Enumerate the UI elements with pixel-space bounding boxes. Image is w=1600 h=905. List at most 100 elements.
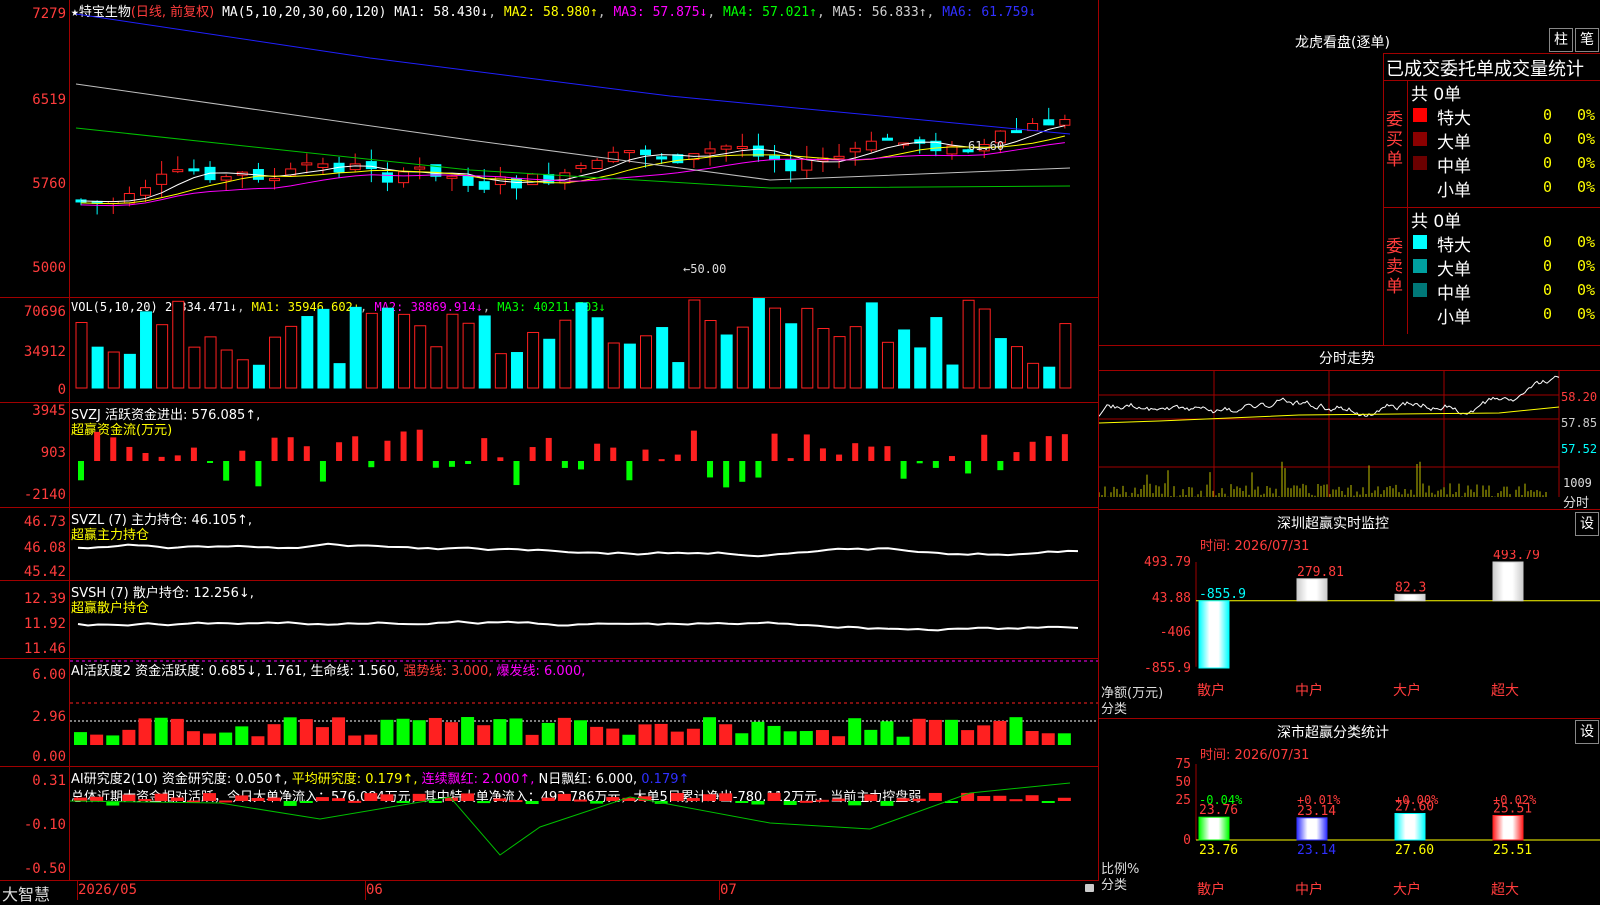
- research-bar: [541, 797, 555, 801]
- activity-bar: [444, 722, 458, 745]
- candle: [140, 187, 152, 196]
- activity-bar: [961, 730, 975, 745]
- order-type: 特大: [1437, 109, 1471, 129]
- svzj-chart[interactable]: [70, 403, 1098, 507]
- research-bar: [977, 796, 991, 801]
- category-bar: [1492, 561, 1524, 602]
- research-bar: [832, 798, 846, 801]
- volume-bar: [623, 343, 636, 389]
- candle: [785, 159, 797, 172]
- ratio-label: 23.76: [1199, 843, 1238, 858]
- sz-monitor-settings-button[interactable]: 设: [1575, 512, 1599, 536]
- price-tick: 7279: [32, 6, 66, 22]
- volume-bar: [317, 308, 330, 389]
- activity-bar: [896, 736, 910, 745]
- flow-bar: [448, 461, 455, 467]
- order-pct: 0%: [1577, 130, 1596, 148]
- column-view-button[interactable]: 柱: [1549, 28, 1573, 52]
- research-bar: [203, 793, 217, 801]
- price-low-label: ←50.00: [683, 262, 727, 276]
- flow-bar: [255, 461, 262, 487]
- category-label: 超大: [1491, 683, 1519, 699]
- activity-bar: [590, 726, 604, 745]
- activity-bar: [928, 719, 942, 745]
- volume-bar: [704, 320, 717, 389]
- flow-bar: [997, 461, 1004, 471]
- activity-bar: [783, 731, 797, 745]
- flow-bar: [626, 461, 633, 481]
- activity-bar: [283, 717, 297, 745]
- volume-bar: [156, 324, 169, 389]
- tab-executed-orders[interactable]: 已成交委托单成交量统计: [1386, 55, 1584, 81]
- vol-chart[interactable]: [70, 298, 1098, 402]
- candle: [672, 154, 684, 164]
- activity-bar: [332, 717, 346, 745]
- volume-bar: [543, 338, 556, 389]
- color-swatch: [1413, 235, 1427, 249]
- tick-view-button[interactable]: 笔: [1575, 28, 1599, 52]
- volume-bar: [269, 336, 282, 389]
- activity-bar: [348, 735, 362, 745]
- volume-bar: [930, 317, 943, 389]
- ai1-chart[interactable]: [70, 659, 1098, 766]
- change-label: +0.00%: [1395, 793, 1439, 807]
- activity-bar: [815, 730, 829, 745]
- flow-bar: [513, 461, 520, 486]
- change-label: +0.01%: [1297, 793, 1341, 807]
- color-swatch: [1413, 259, 1427, 273]
- activity-bar: [396, 718, 410, 745]
- sz-stats-settings-button[interactable]: 设: [1575, 720, 1599, 744]
- flow-bar: [352, 436, 359, 461]
- research-bar: [1009, 799, 1023, 802]
- volume-bar: [801, 307, 814, 389]
- axis-tick: 50: [1175, 775, 1191, 790]
- sell-total: 共 0单: [1411, 212, 1462, 232]
- category-label: 中户: [1295, 881, 1323, 898]
- ratio-label: 25.51: [1493, 843, 1532, 858]
- activity-bar: [735, 733, 749, 745]
- svzj-axis: 3945 903 -2140: [23, 403, 66, 503]
- flow-bar: [368, 461, 375, 468]
- price-tick: 5760: [32, 176, 66, 192]
- research-bar: [557, 793, 571, 801]
- volume-bar: [1027, 362, 1040, 389]
- flow-bar: [852, 443, 859, 461]
- volume-bar: [994, 338, 1007, 389]
- activity-bar: [606, 728, 620, 745]
- research-bar: [719, 793, 733, 801]
- activity-bar: [509, 718, 523, 745]
- volume-bar: [301, 316, 314, 389]
- research-bar: [1057, 797, 1071, 801]
- research-bar: [283, 801, 297, 806]
- svsh-chart[interactable]: [70, 581, 1098, 658]
- order-type: 中单: [1437, 157, 1471, 177]
- research-bar: [235, 795, 249, 801]
- color-swatch: [1413, 283, 1427, 297]
- intraday-chart[interactable]: [1099, 371, 1600, 509]
- volume-bar: [688, 299, 701, 389]
- flow-bar: [465, 461, 472, 464]
- date-tick: 07: [720, 882, 737, 898]
- ma2-line: [80, 135, 1065, 205]
- flow-bar: [1045, 436, 1052, 461]
- volume-bar: [365, 312, 378, 389]
- date-tick: 06: [366, 882, 383, 898]
- sz-monitor-chart[interactable]: 493.79 43.88 -406 -855.9 -855.9 散户 279.81 中户 82.…: [1099, 550, 1600, 720]
- volume-bar: [559, 319, 572, 389]
- activity-bar: [493, 719, 507, 745]
- volume-bar: [430, 346, 443, 389]
- volume-bar: [591, 317, 604, 389]
- volume-bar: [188, 346, 201, 389]
- sz-stats-chart[interactable]: 75 50 25 0 23.76 散户 23.14 中户 27.60 大户 25.51 超大 -0.04…: [1099, 758, 1600, 900]
- volume-bar: [978, 308, 991, 389]
- brand-logo[interactable]: 大智慧: [2, 881, 50, 905]
- flow-bar: [319, 461, 326, 482]
- ai2-axis: 0.31 -0.10 -0.50: [23, 773, 66, 877]
- date-tick-line: [77, 881, 78, 900]
- order-type: 大单: [1437, 133, 1471, 153]
- volume-bar: [881, 341, 894, 389]
- ai2-chart[interactable]: [70, 767, 1098, 880]
- lock-icon[interactable]: [1085, 884, 1094, 892]
- price-chart[interactable]: [70, 0, 1098, 297]
- svzl-chart[interactable]: [70, 508, 1098, 580]
